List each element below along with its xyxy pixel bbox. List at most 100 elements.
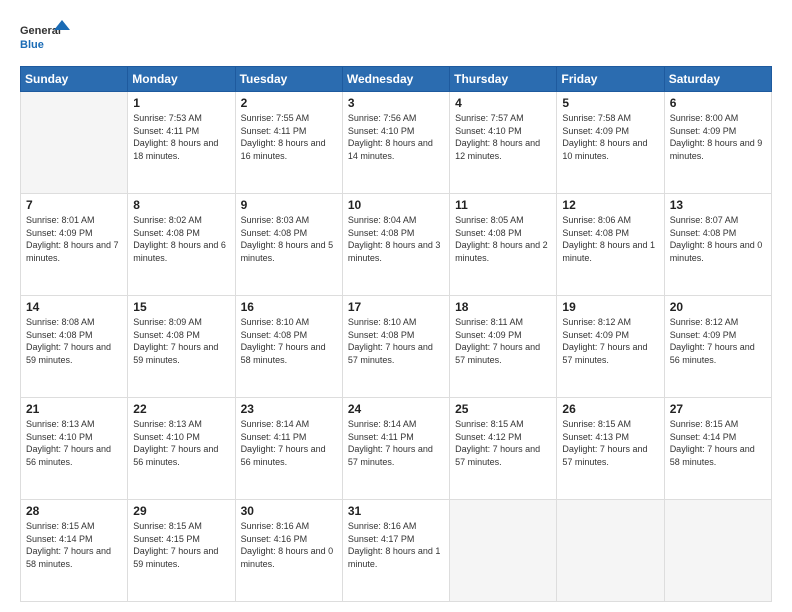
day-number: 3 bbox=[348, 96, 444, 110]
cell-info: Sunrise: 8:14 AM Sunset: 4:11 PM Dayligh… bbox=[241, 418, 337, 468]
day-number: 1 bbox=[133, 96, 229, 110]
calendar-cell: 30 Sunrise: 8:16 AM Sunset: 4:16 PM Dayl… bbox=[235, 500, 342, 602]
cell-info: Sunrise: 8:01 AM Sunset: 4:09 PM Dayligh… bbox=[26, 214, 122, 264]
calendar-cell: 26 Sunrise: 8:15 AM Sunset: 4:13 PM Dayl… bbox=[557, 398, 664, 500]
calendar-week-2: 7 Sunrise: 8:01 AM Sunset: 4:09 PM Dayli… bbox=[21, 194, 772, 296]
cell-info: Sunrise: 8:10 AM Sunset: 4:08 PM Dayligh… bbox=[241, 316, 337, 366]
calendar-cell: 19 Sunrise: 8:12 AM Sunset: 4:09 PM Dayl… bbox=[557, 296, 664, 398]
calendar-week-4: 21 Sunrise: 8:13 AM Sunset: 4:10 PM Dayl… bbox=[21, 398, 772, 500]
day-number: 25 bbox=[455, 402, 551, 416]
day-number: 28 bbox=[26, 504, 122, 518]
day-number: 31 bbox=[348, 504, 444, 518]
cell-info: Sunrise: 8:15 AM Sunset: 4:14 PM Dayligh… bbox=[670, 418, 766, 468]
calendar-cell bbox=[664, 500, 771, 602]
day-number: 17 bbox=[348, 300, 444, 314]
calendar-cell: 17 Sunrise: 8:10 AM Sunset: 4:08 PM Dayl… bbox=[342, 296, 449, 398]
calendar-cell: 2 Sunrise: 7:55 AM Sunset: 4:11 PM Dayli… bbox=[235, 92, 342, 194]
day-number: 27 bbox=[670, 402, 766, 416]
cell-info: Sunrise: 7:57 AM Sunset: 4:10 PM Dayligh… bbox=[455, 112, 551, 162]
header: General Blue bbox=[20, 18, 772, 56]
day-number: 22 bbox=[133, 402, 229, 416]
calendar-weekday-wednesday: Wednesday bbox=[342, 67, 449, 92]
calendar-cell: 6 Sunrise: 8:00 AM Sunset: 4:09 PM Dayli… bbox=[664, 92, 771, 194]
calendar-cell: 24 Sunrise: 8:14 AM Sunset: 4:11 PM Dayl… bbox=[342, 398, 449, 500]
logo-svg: General Blue bbox=[20, 18, 70, 56]
calendar-weekday-saturday: Saturday bbox=[664, 67, 771, 92]
page: General Blue SundayMondayTuesdayWednesda… bbox=[0, 0, 792, 612]
cell-info: Sunrise: 8:12 AM Sunset: 4:09 PM Dayligh… bbox=[670, 316, 766, 366]
calendar-cell: 28 Sunrise: 8:15 AM Sunset: 4:14 PM Dayl… bbox=[21, 500, 128, 602]
calendar-cell: 13 Sunrise: 8:07 AM Sunset: 4:08 PM Dayl… bbox=[664, 194, 771, 296]
cell-info: Sunrise: 8:16 AM Sunset: 4:17 PM Dayligh… bbox=[348, 520, 444, 570]
day-number: 8 bbox=[133, 198, 229, 212]
calendar-weekday-sunday: Sunday bbox=[21, 67, 128, 92]
cell-info: Sunrise: 8:06 AM Sunset: 4:08 PM Dayligh… bbox=[562, 214, 658, 264]
calendar-cell: 18 Sunrise: 8:11 AM Sunset: 4:09 PM Dayl… bbox=[450, 296, 557, 398]
calendar-cell: 12 Sunrise: 8:06 AM Sunset: 4:08 PM Dayl… bbox=[557, 194, 664, 296]
calendar-weekday-monday: Monday bbox=[128, 67, 235, 92]
day-number: 9 bbox=[241, 198, 337, 212]
calendar-week-5: 28 Sunrise: 8:15 AM Sunset: 4:14 PM Dayl… bbox=[21, 500, 772, 602]
day-number: 4 bbox=[455, 96, 551, 110]
day-number: 7 bbox=[26, 198, 122, 212]
calendar-weekday-tuesday: Tuesday bbox=[235, 67, 342, 92]
day-number: 6 bbox=[670, 96, 766, 110]
day-number: 20 bbox=[670, 300, 766, 314]
cell-info: Sunrise: 8:07 AM Sunset: 4:08 PM Dayligh… bbox=[670, 214, 766, 264]
calendar-cell: 29 Sunrise: 8:15 AM Sunset: 4:15 PM Dayl… bbox=[128, 500, 235, 602]
calendar-cell bbox=[450, 500, 557, 602]
cell-info: Sunrise: 8:12 AM Sunset: 4:09 PM Dayligh… bbox=[562, 316, 658, 366]
svg-text:Blue: Blue bbox=[20, 39, 44, 51]
cell-info: Sunrise: 8:10 AM Sunset: 4:08 PM Dayligh… bbox=[348, 316, 444, 366]
cell-info: Sunrise: 8:13 AM Sunset: 4:10 PM Dayligh… bbox=[26, 418, 122, 468]
day-number: 23 bbox=[241, 402, 337, 416]
cell-info: Sunrise: 8:03 AM Sunset: 4:08 PM Dayligh… bbox=[241, 214, 337, 264]
calendar-weekday-thursday: Thursday bbox=[450, 67, 557, 92]
calendar-weekday-friday: Friday bbox=[557, 67, 664, 92]
calendar-cell: 31 Sunrise: 8:16 AM Sunset: 4:17 PM Dayl… bbox=[342, 500, 449, 602]
day-number: 2 bbox=[241, 96, 337, 110]
cell-info: Sunrise: 8:09 AM Sunset: 4:08 PM Dayligh… bbox=[133, 316, 229, 366]
day-number: 19 bbox=[562, 300, 658, 314]
calendar-cell: 21 Sunrise: 8:13 AM Sunset: 4:10 PM Dayl… bbox=[21, 398, 128, 500]
calendar-cell bbox=[557, 500, 664, 602]
day-number: 11 bbox=[455, 198, 551, 212]
day-number: 26 bbox=[562, 402, 658, 416]
day-number: 5 bbox=[562, 96, 658, 110]
calendar-cell: 8 Sunrise: 8:02 AM Sunset: 4:08 PM Dayli… bbox=[128, 194, 235, 296]
cell-info: Sunrise: 7:58 AM Sunset: 4:09 PM Dayligh… bbox=[562, 112, 658, 162]
day-number: 18 bbox=[455, 300, 551, 314]
day-number: 16 bbox=[241, 300, 337, 314]
day-number: 30 bbox=[241, 504, 337, 518]
cell-info: Sunrise: 8:14 AM Sunset: 4:11 PM Dayligh… bbox=[348, 418, 444, 468]
cell-info: Sunrise: 8:15 AM Sunset: 4:14 PM Dayligh… bbox=[26, 520, 122, 570]
calendar-cell: 11 Sunrise: 8:05 AM Sunset: 4:08 PM Dayl… bbox=[450, 194, 557, 296]
calendar-cell: 16 Sunrise: 8:10 AM Sunset: 4:08 PM Dayl… bbox=[235, 296, 342, 398]
cell-info: Sunrise: 8:15 AM Sunset: 4:12 PM Dayligh… bbox=[455, 418, 551, 468]
calendar-cell: 5 Sunrise: 7:58 AM Sunset: 4:09 PM Dayli… bbox=[557, 92, 664, 194]
svg-text:General: General bbox=[20, 25, 61, 37]
cell-info: Sunrise: 8:13 AM Sunset: 4:10 PM Dayligh… bbox=[133, 418, 229, 468]
day-number: 12 bbox=[562, 198, 658, 212]
cell-info: Sunrise: 8:05 AM Sunset: 4:08 PM Dayligh… bbox=[455, 214, 551, 264]
calendar-cell: 9 Sunrise: 8:03 AM Sunset: 4:08 PM Dayli… bbox=[235, 194, 342, 296]
cell-info: Sunrise: 8:16 AM Sunset: 4:16 PM Dayligh… bbox=[241, 520, 337, 570]
cell-info: Sunrise: 8:00 AM Sunset: 4:09 PM Dayligh… bbox=[670, 112, 766, 162]
day-number: 15 bbox=[133, 300, 229, 314]
calendar-table: SundayMondayTuesdayWednesdayThursdayFrid… bbox=[20, 66, 772, 602]
day-number: 14 bbox=[26, 300, 122, 314]
calendar-cell: 25 Sunrise: 8:15 AM Sunset: 4:12 PM Dayl… bbox=[450, 398, 557, 500]
calendar-cell: 27 Sunrise: 8:15 AM Sunset: 4:14 PM Dayl… bbox=[664, 398, 771, 500]
cell-info: Sunrise: 7:53 AM Sunset: 4:11 PM Dayligh… bbox=[133, 112, 229, 162]
calendar-cell: 1 Sunrise: 7:53 AM Sunset: 4:11 PM Dayli… bbox=[128, 92, 235, 194]
calendar-cell: 10 Sunrise: 8:04 AM Sunset: 4:08 PM Dayl… bbox=[342, 194, 449, 296]
cell-info: Sunrise: 8:15 AM Sunset: 4:15 PM Dayligh… bbox=[133, 520, 229, 570]
day-number: 13 bbox=[670, 198, 766, 212]
calendar-cell: 14 Sunrise: 8:08 AM Sunset: 4:08 PM Dayl… bbox=[21, 296, 128, 398]
day-number: 21 bbox=[26, 402, 122, 416]
cell-info: Sunrise: 8:15 AM Sunset: 4:13 PM Dayligh… bbox=[562, 418, 658, 468]
calendar-cell: 15 Sunrise: 8:09 AM Sunset: 4:08 PM Dayl… bbox=[128, 296, 235, 398]
cell-info: Sunrise: 7:55 AM Sunset: 4:11 PM Dayligh… bbox=[241, 112, 337, 162]
cell-info: Sunrise: 7:56 AM Sunset: 4:10 PM Dayligh… bbox=[348, 112, 444, 162]
calendar-week-3: 14 Sunrise: 8:08 AM Sunset: 4:08 PM Dayl… bbox=[21, 296, 772, 398]
